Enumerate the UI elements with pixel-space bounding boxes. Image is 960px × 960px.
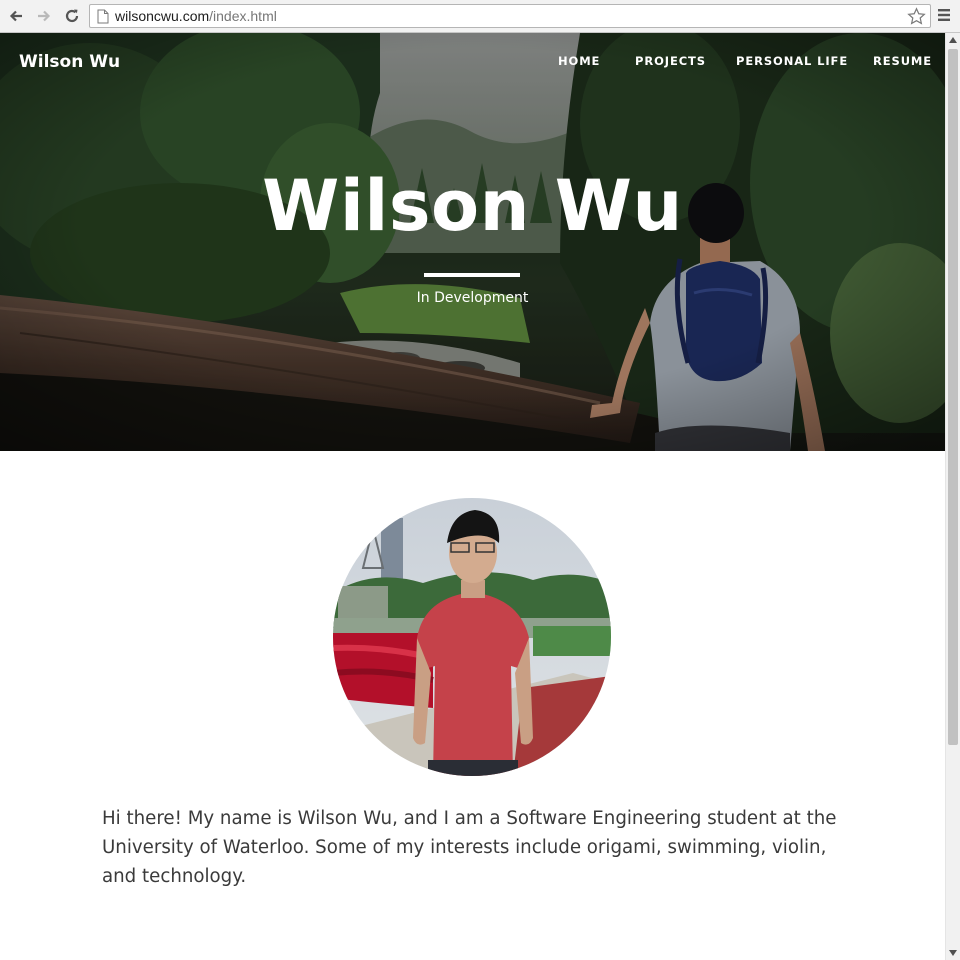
scrollbar-thumb[interactable] — [948, 49, 958, 745]
hero-title: Wilson Wu — [262, 165, 683, 247]
page-scrollbar[interactable] — [945, 33, 960, 960]
forward-arrow-icon — [38, 10, 51, 22]
page-icon — [97, 9, 109, 24]
reload-button[interactable] — [62, 6, 82, 26]
profile-photo — [333, 498, 611, 776]
reload-icon — [65, 9, 79, 23]
hero-subtitle: In Development — [416, 290, 529, 306]
menu-icon[interactable] — [937, 8, 952, 22]
browser-toolbar: wilsoncwu.com/index.html — [0, 0, 960, 33]
hero-divider — [424, 273, 520, 277]
url-domain: wilsoncwu.com — [115, 8, 210, 24]
scroll-up-arrow-icon[interactable] — [949, 37, 957, 43]
forward-button[interactable] — [34, 6, 54, 26]
back-arrow-icon — [9, 10, 22, 22]
intro-paragraph: Hi there! My name is Wilson Wu, and I am… — [102, 808, 837, 887]
address-bar[interactable]: wilsoncwu.com/index.html — [89, 4, 931, 28]
hero-banner: Wilson Wu HOME PROJECTS PERSONAL LIFE RE… — [0, 33, 945, 451]
star-icon[interactable] — [907, 7, 926, 26]
page-viewport: Wilson Wu HOME PROJECTS PERSONAL LIFE RE… — [0, 33, 945, 960]
nav-projects[interactable]: PROJECTS — [635, 54, 706, 68]
back-button[interactable] — [6, 6, 26, 26]
url-path: /index.html — [209, 8, 277, 24]
top-navigation: HOME PROJECTS PERSONAL LIFE RESUME — [0, 54, 945, 74]
nav-home[interactable]: HOME — [558, 54, 600, 68]
scroll-down-arrow-icon[interactable] — [949, 950, 957, 956]
url-text: wilsoncwu.com/index.html — [115, 8, 277, 24]
nav-resume[interactable]: RESUME — [873, 54, 932, 68]
nav-personal-life[interactable]: PERSONAL LIFE — [736, 54, 848, 68]
